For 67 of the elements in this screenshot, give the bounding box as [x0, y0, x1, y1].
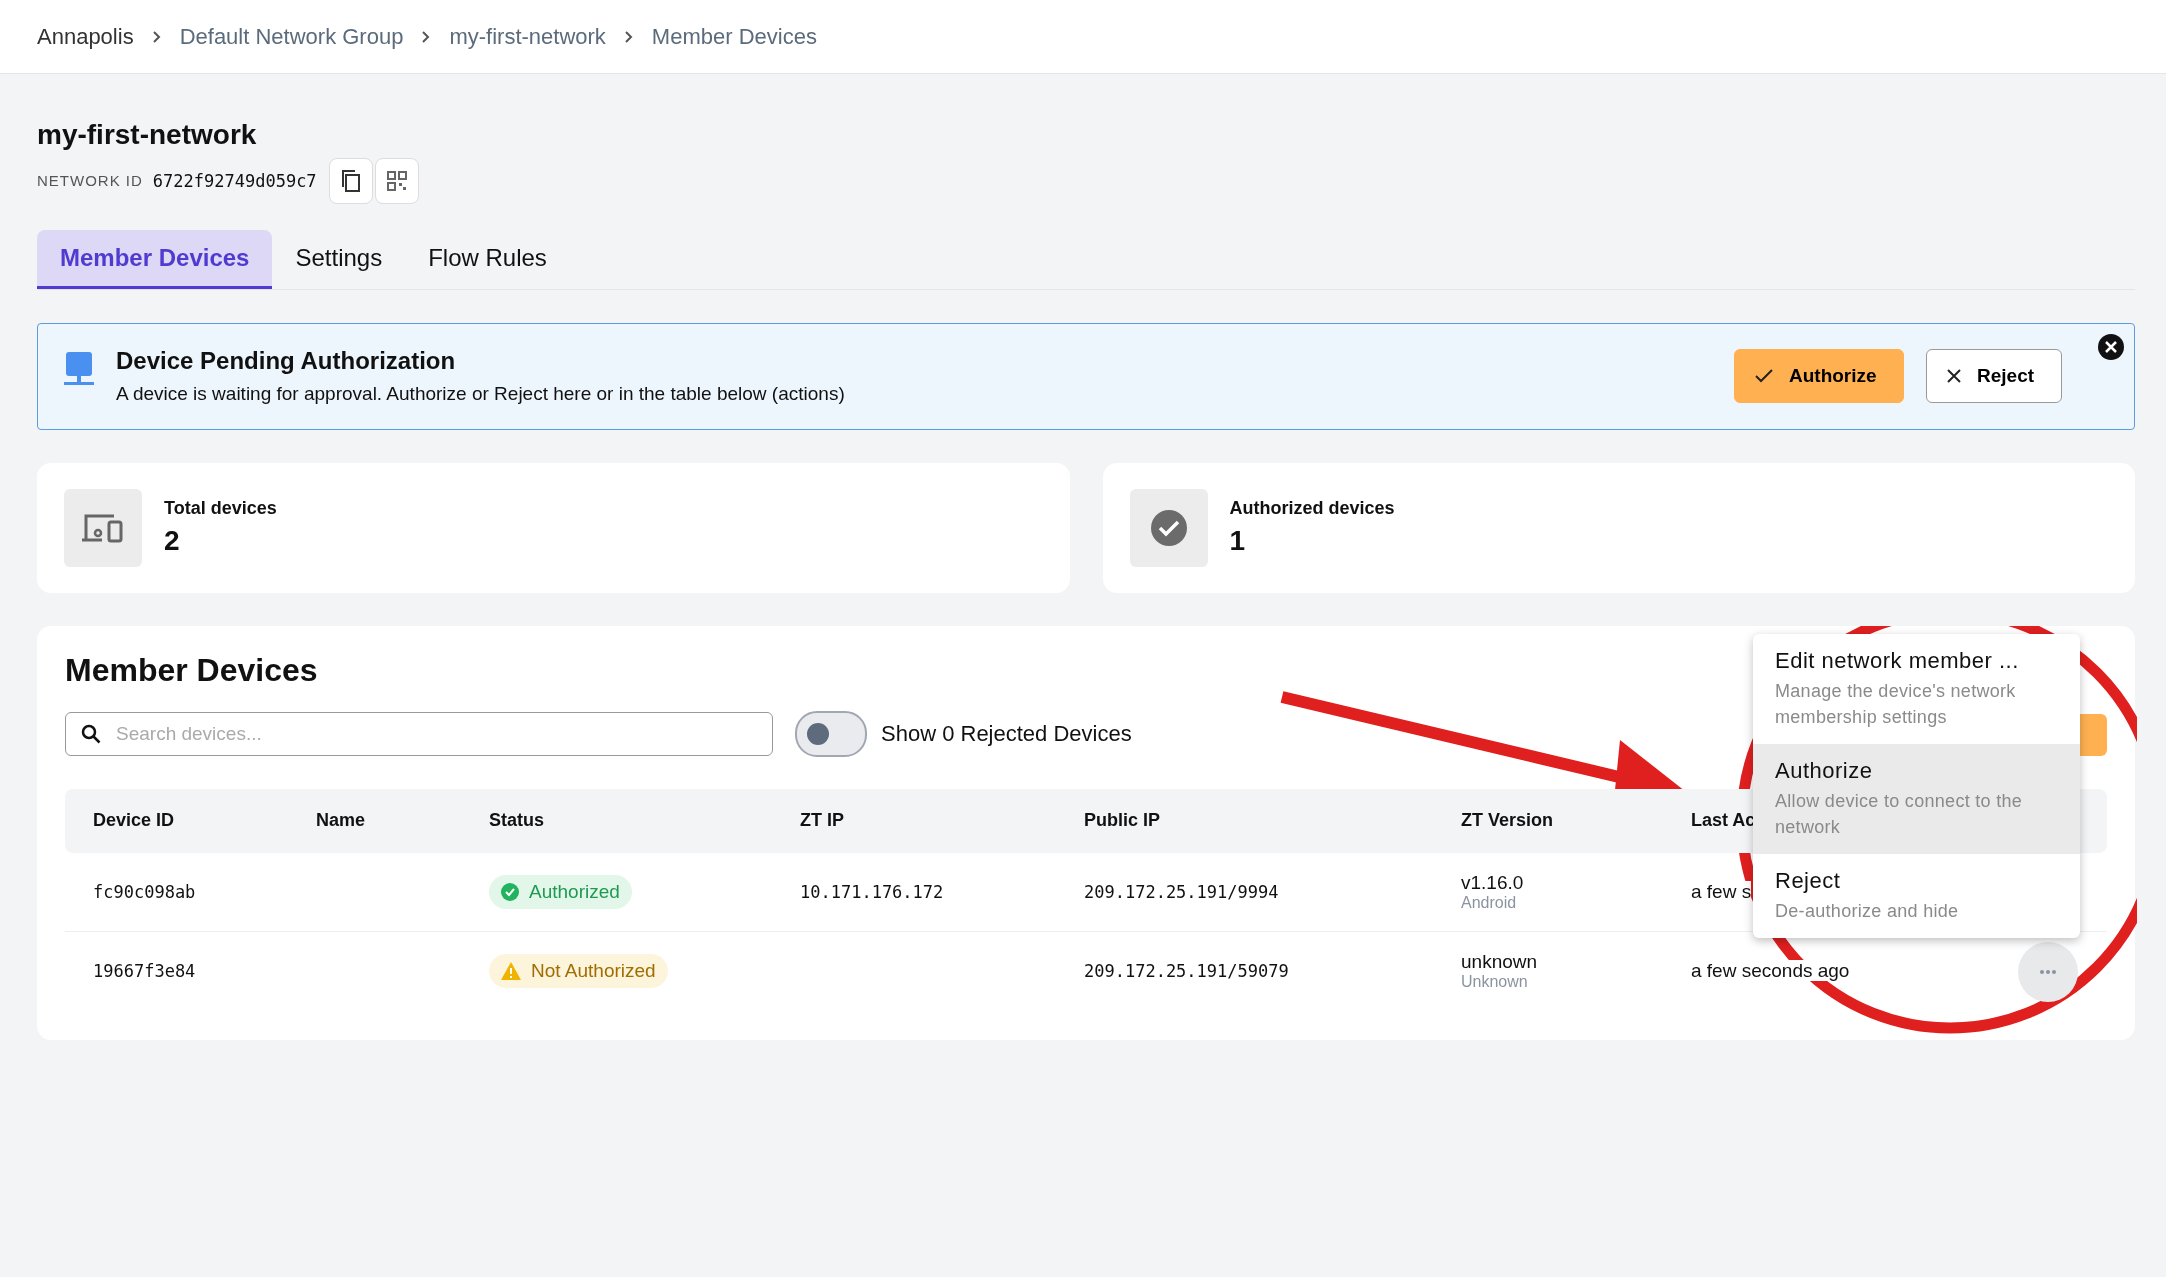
copy-icon [339, 168, 362, 193]
platform: Unknown [1461, 972, 1529, 991]
menu-item-title: Authorize [1775, 757, 1874, 784]
zt-version: unknown [1461, 950, 1539, 973]
toggle-label: Show 0 Rejected Devices [881, 720, 1132, 747]
public-ip: 209.172.25.191/9994 [1084, 881, 1279, 902]
menu-item[interactable]: Reject De-authorize and hide [1753, 853, 2080, 939]
chevron-right-icon [623, 29, 634, 44]
column-header: Public IP [1084, 810, 1162, 832]
close-icon [2098, 333, 2124, 360]
qr-code-button[interactable] [374, 157, 419, 204]
zt-ip: 10.171.176.172 [800, 881, 944, 902]
stat-label: Authorized devices [1229, 498, 1395, 520]
tab[interactable]: Flow Rules [405, 229, 570, 289]
breadcrumb-link[interactable]: my-first-network [449, 23, 606, 50]
check-circle-icon [501, 882, 519, 901]
copy-button[interactable] [328, 157, 373, 204]
public-ip: 209.172.25.191/59079 [1084, 960, 1289, 981]
stat-label: Total devices [164, 498, 277, 520]
status-badge: Not Authorized [489, 953, 668, 988]
menu-item[interactable]: Edit network member ... Manage the device's network membership settings [1753, 633, 2080, 744]
menu-item-description: De-authorize and hide [1775, 899, 1960, 923]
more-actions-button[interactable] [2018, 941, 2078, 1002]
devices-icon [82, 512, 124, 543]
toggle-switch[interactable] [795, 710, 867, 757]
status-badge: Authorized [489, 874, 632, 909]
zt-version: v1.16.0 [1461, 871, 1525, 894]
column-header: ZT IP [800, 810, 845, 832]
platform: Android [1461, 893, 1518, 912]
last-active: a few seconds ago [1691, 959, 1850, 981]
column-header: Name [316, 810, 367, 832]
computer-icon [64, 351, 94, 388]
menu-item[interactable]: Authorize Allow device to connect to the network [1753, 743, 2080, 854]
menu-item-description: Manage the device's network membership settings [1775, 679, 2017, 729]
stat-value: 2 [164, 525, 181, 558]
breadcrumb-link[interactable]: Annapolis [37, 23, 134, 50]
check-circle-icon [1149, 508, 1188, 547]
chevron-right-icon [151, 29, 162, 44]
tab[interactable]: Settings [272, 229, 406, 289]
device-id: 19667f3e84 [93, 960, 196, 981]
breadcrumb-link[interactable]: Default Network Group [179, 23, 404, 50]
qr-code-icon [386, 170, 407, 191]
menu-item-title: Reject [1775, 867, 1842, 894]
breadcrumb-link[interactable]: Member Devices [651, 23, 817, 50]
warning-icon [501, 961, 521, 980]
search-field[interactable]: Search devices... [65, 711, 773, 756]
reject-button[interactable]: Reject [1926, 349, 2062, 404]
banner-title: Device Pending Authorization [116, 347, 457, 376]
network-id-label: NETWORK ID [37, 172, 143, 190]
section-title: Member Devices [65, 651, 318, 689]
banner-message: A device is waiting for approval. Authorize or Reject here or in the table below (actions) [116, 383, 846, 406]
close-button[interactable] [2098, 333, 2124, 360]
menu-item-description: Allow device to connect to the network [1775, 789, 2024, 839]
column-header: Status [489, 810, 545, 832]
chevron-right-icon [421, 29, 432, 44]
authorize-button[interactable]: Authorize [1734, 349, 1904, 404]
network-id: 6722f92749d059c7 [152, 170, 317, 191]
menu-item-title: Edit network member ... [1775, 647, 2020, 674]
column-header: Device ID [93, 810, 176, 832]
network-title: my-first-network [37, 118, 258, 152]
column-header: ZT Version [1461, 810, 1555, 832]
more-icon [2040, 969, 2056, 974]
close-icon [1947, 369, 1961, 384]
stat-value: 1 [1229, 525, 1247, 558]
check-icon [1755, 369, 1773, 384]
tab[interactable]: Member Devices [37, 229, 273, 289]
device-id: fc90c098ab [93, 881, 196, 902]
